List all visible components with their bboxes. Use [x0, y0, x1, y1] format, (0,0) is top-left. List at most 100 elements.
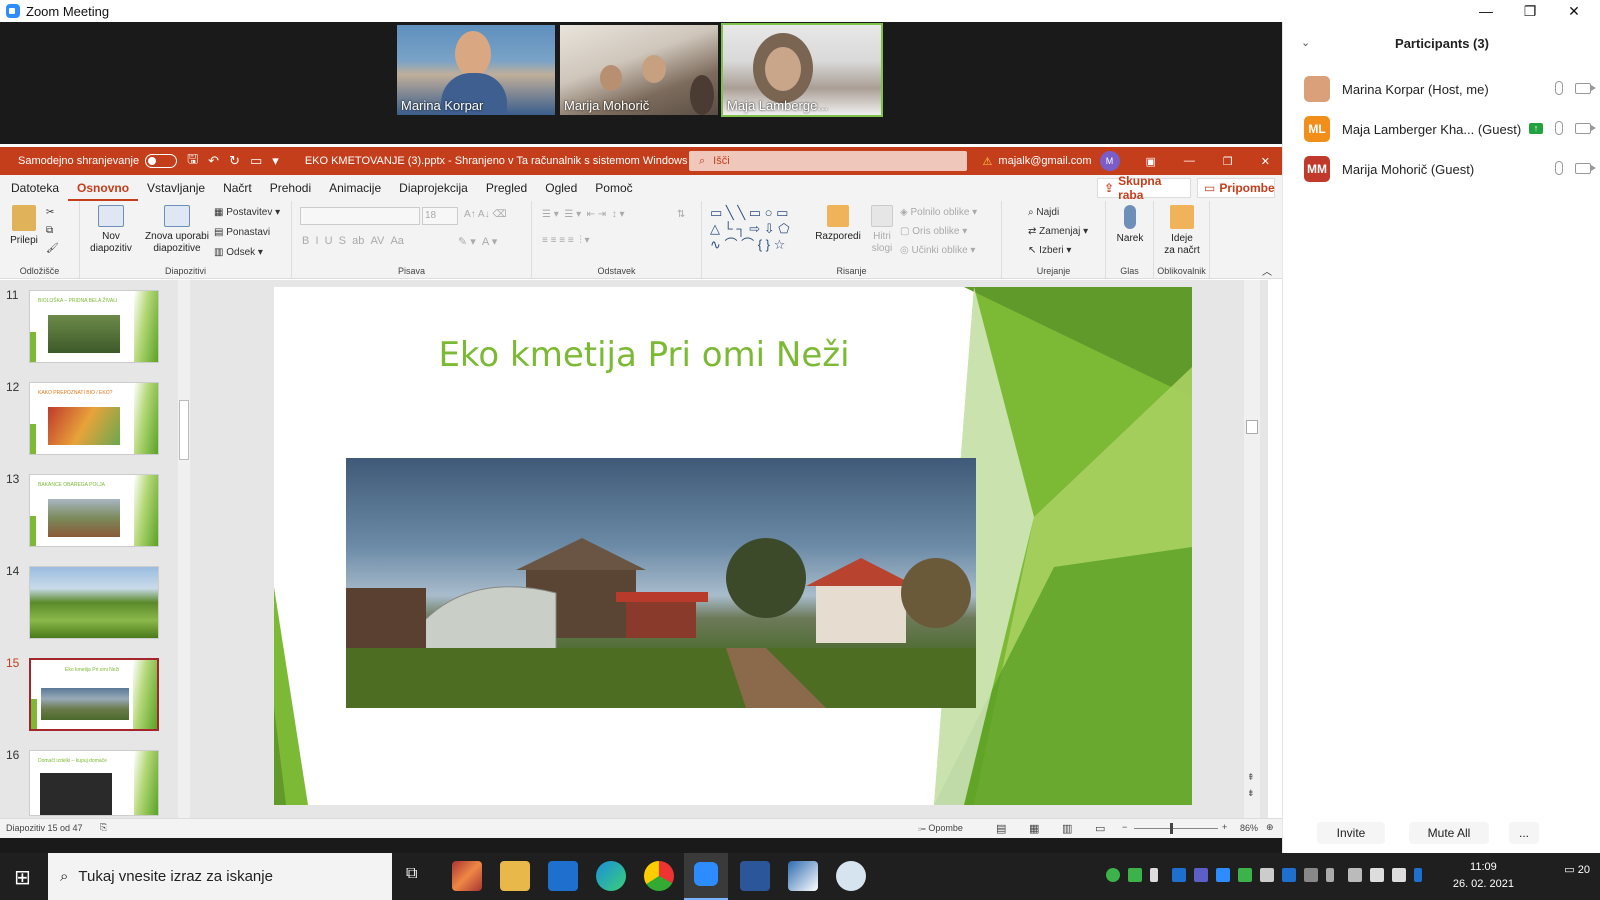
- outlook-tray-icon[interactable]: [1282, 868, 1296, 882]
- winrar-icon[interactable]: [452, 861, 482, 891]
- undo-icon[interactable]: ↶: [208, 153, 219, 169]
- participant-row[interactable]: MM Marija Mohorič (Guest): [1283, 149, 1600, 189]
- slide-scrollbar[interactable]: ⇞ ⇟: [1244, 280, 1260, 818]
- design-ideas-button[interactable]: Ideje za načrt: [1158, 205, 1206, 257]
- camera-icon[interactable]: [1575, 162, 1596, 174]
- microphone-tray-icon[interactable]: [1150, 868, 1158, 882]
- tab-pomoc[interactable]: Pomoč: [586, 175, 641, 201]
- user-email[interactable]: majalk@gmail.com: [998, 155, 1091, 167]
- user-avatar[interactable]: M: [1099, 151, 1120, 171]
- font-name-field[interactable]: [300, 207, 420, 225]
- tab-vstavljanje[interactable]: Vstavljanje: [138, 175, 214, 201]
- shape-fill-button[interactable]: ◈ Polnilo oblike ▾: [900, 207, 977, 218]
- invite-button[interactable]: Invite: [1317, 822, 1385, 844]
- farm-photo[interactable]: [346, 458, 976, 708]
- zoom-percent[interactable]: 86%: [1240, 823, 1258, 833]
- paste-button[interactable]: Prilepi: [8, 205, 40, 247]
- scroll-thumb[interactable]: [179, 400, 189, 460]
- minimize-button[interactable]: —: [1184, 155, 1195, 167]
- scroll-thumb[interactable]: [1246, 420, 1258, 434]
- autosave-toggle[interactable]: [145, 154, 178, 168]
- bullet-list-icons[interactable]: ☰ ▾ ☰ ▾ ⇤ ⇥ ↕ ▾: [542, 209, 625, 220]
- document-title[interactable]: EKO KMETOVANJE (3).pptx - Shranjeno v Ta…: [305, 155, 688, 167]
- grow-font-icon[interactable]: A↑ A↓ ⌫: [464, 209, 507, 220]
- thumbnail-slide-14[interactable]: [29, 566, 159, 639]
- zoom-taskbar-icon[interactable]: [684, 853, 728, 900]
- accessibility-icon[interactable]: ⎘: [100, 822, 107, 833]
- dictate-button[interactable]: Narek: [1112, 205, 1148, 245]
- close-button[interactable]: ✕: [1552, 0, 1596, 22]
- battery-icon[interactable]: [1370, 868, 1384, 882]
- leaf-tray-icon[interactable]: [1128, 868, 1142, 882]
- thumbnail-slide-15[interactable]: Eko kmetija Pri omi Neži: [29, 658, 159, 731]
- select-button[interactable]: ↖ Izberi ▾: [1028, 245, 1071, 256]
- notes-button[interactable]: ⩴ Opombe: [918, 823, 963, 834]
- tab-nacrt[interactable]: Načrt: [214, 175, 261, 201]
- participant-row[interactable]: Marina Korpar (Host, me): [1283, 69, 1600, 109]
- present-icon[interactable]: ▭: [250, 153, 262, 169]
- task-view-icon[interactable]: ⧉: [406, 865, 417, 883]
- find-button[interactable]: ⌕ Najdi: [1028, 207, 1059, 218]
- replace-button[interactable]: ⇄ Zamenjaj ▾: [1028, 226, 1088, 237]
- format-painter-icon[interactable]: 🖌: [46, 243, 59, 254]
- close-button[interactable]: ✕: [1261, 155, 1270, 168]
- onedrive-tray-icon[interactable]: [1172, 868, 1186, 882]
- shapes-gallery[interactable]: ▭ ╲ ╲ ▭ ○ ▭ △ └ ┐ ⇨ ⇩ ⬠ ∿ ⌒ ⌒ { } ☆: [710, 205, 816, 253]
- zoom-slider-thumb[interactable]: [1170, 823, 1173, 834]
- customize-icon[interactable]: ▾: [272, 153, 279, 169]
- edge-icon[interactable]: [596, 861, 626, 891]
- zoom-out-icon[interactable]: −: [1122, 822, 1127, 832]
- comments-button[interactable]: ▭ Pripombe: [1197, 178, 1275, 198]
- reset-button[interactable]: ▤ Ponastavi: [214, 227, 270, 238]
- teams-tray-icon[interactable]: [1194, 868, 1208, 882]
- tab-ogled[interactable]: Ogled: [536, 175, 586, 201]
- camera-icon[interactable]: [1575, 82, 1596, 94]
- current-slide[interactable]: Eko kmetija Pri omi Neži: [274, 287, 1192, 805]
- section-button[interactable]: ▥ Odsek ▾: [214, 247, 263, 258]
- redo-icon[interactable]: ↻: [229, 153, 240, 169]
- reading-view-icon[interactable]: ▥: [1062, 822, 1072, 835]
- tab-diaprojekcija[interactable]: Diaprojekcija: [390, 175, 477, 201]
- save-icon[interactable]: 🖫: [187, 150, 198, 172]
- thumbnail-slide-16[interactable]: Domači izdelki – kupuj domače: [29, 750, 159, 816]
- paint-icon[interactable]: [836, 861, 866, 891]
- tab-pregled[interactable]: Pregled: [477, 175, 536, 201]
- outlook-icon[interactable]: [548, 861, 578, 891]
- font-size-field[interactable]: 18: [422, 207, 458, 225]
- thumbnail-slide-12[interactable]: KAKO PREPOZNATI BIO / EKO?: [29, 382, 159, 455]
- photos-icon[interactable]: [788, 861, 818, 891]
- microphone-icon[interactable]: [1555, 121, 1563, 135]
- cut-icon[interactable]: ✂: [46, 207, 54, 218]
- tab-animacije[interactable]: Animacije: [320, 175, 390, 201]
- ppt-search-box[interactable]: ⌕ Išči: [689, 151, 967, 171]
- word-icon[interactable]: [740, 861, 770, 891]
- video-tile-marija[interactable]: Marija Mohorič: [560, 25, 718, 115]
- participant-row[interactable]: ML Maja Lamberger Kha... (Guest) ↑: [1283, 109, 1600, 149]
- font-format-icons[interactable]: B I U S ab AV Aa: [302, 235, 404, 247]
- layout-button[interactable]: ▦ Postavitev ▾: [214, 207, 280, 218]
- notifications-button[interactable]: ▭ 20: [1560, 863, 1590, 889]
- chrome-icon[interactable]: [644, 861, 674, 891]
- display-tray-icon[interactable]: [1348, 868, 1362, 882]
- shape-outline-button[interactable]: ▢ Oris oblike ▾: [900, 226, 967, 237]
- file-explorer-icon[interactable]: [500, 861, 530, 891]
- mute-all-button[interactable]: Mute All: [1409, 822, 1489, 844]
- thumbnail-slide-11[interactable]: BIOLOŠKA – PRIDNA BELA ŽIVALI: [29, 290, 159, 363]
- video-tile-marina[interactable]: Marina Korpar: [397, 25, 555, 115]
- usb-tray-icon[interactable]: [1326, 868, 1334, 882]
- bluetooth-icon[interactable]: [1414, 868, 1422, 882]
- prev-slide-icon[interactable]: ⇞: [1247, 772, 1255, 783]
- arrange-button[interactable]: Razporedi: [814, 205, 862, 243]
- next-slide-icon[interactable]: ⇟: [1247, 788, 1255, 799]
- video-tile-maja[interactable]: Maja Lamberge...: [721, 23, 883, 117]
- sorter-view-icon[interactable]: ▦: [1029, 822, 1039, 835]
- quick-styles-button[interactable]: Hitri slogi: [864, 205, 900, 255]
- microphone-icon[interactable]: [1555, 161, 1563, 175]
- zoom-tray-icon[interactable]: [1216, 868, 1230, 882]
- fit-slide-icon[interactable]: ⊕: [1266, 822, 1274, 833]
- windows-start-icon[interactable]: ⊞: [14, 865, 31, 890]
- microphone-icon[interactable]: [1555, 81, 1563, 95]
- clock[interactable]: 11:09 26. 02. 2021: [1453, 859, 1514, 893]
- share-button[interactable]: ⇪ Skupna raba: [1097, 174, 1191, 202]
- mail-tray-icon[interactable]: [1260, 868, 1274, 882]
